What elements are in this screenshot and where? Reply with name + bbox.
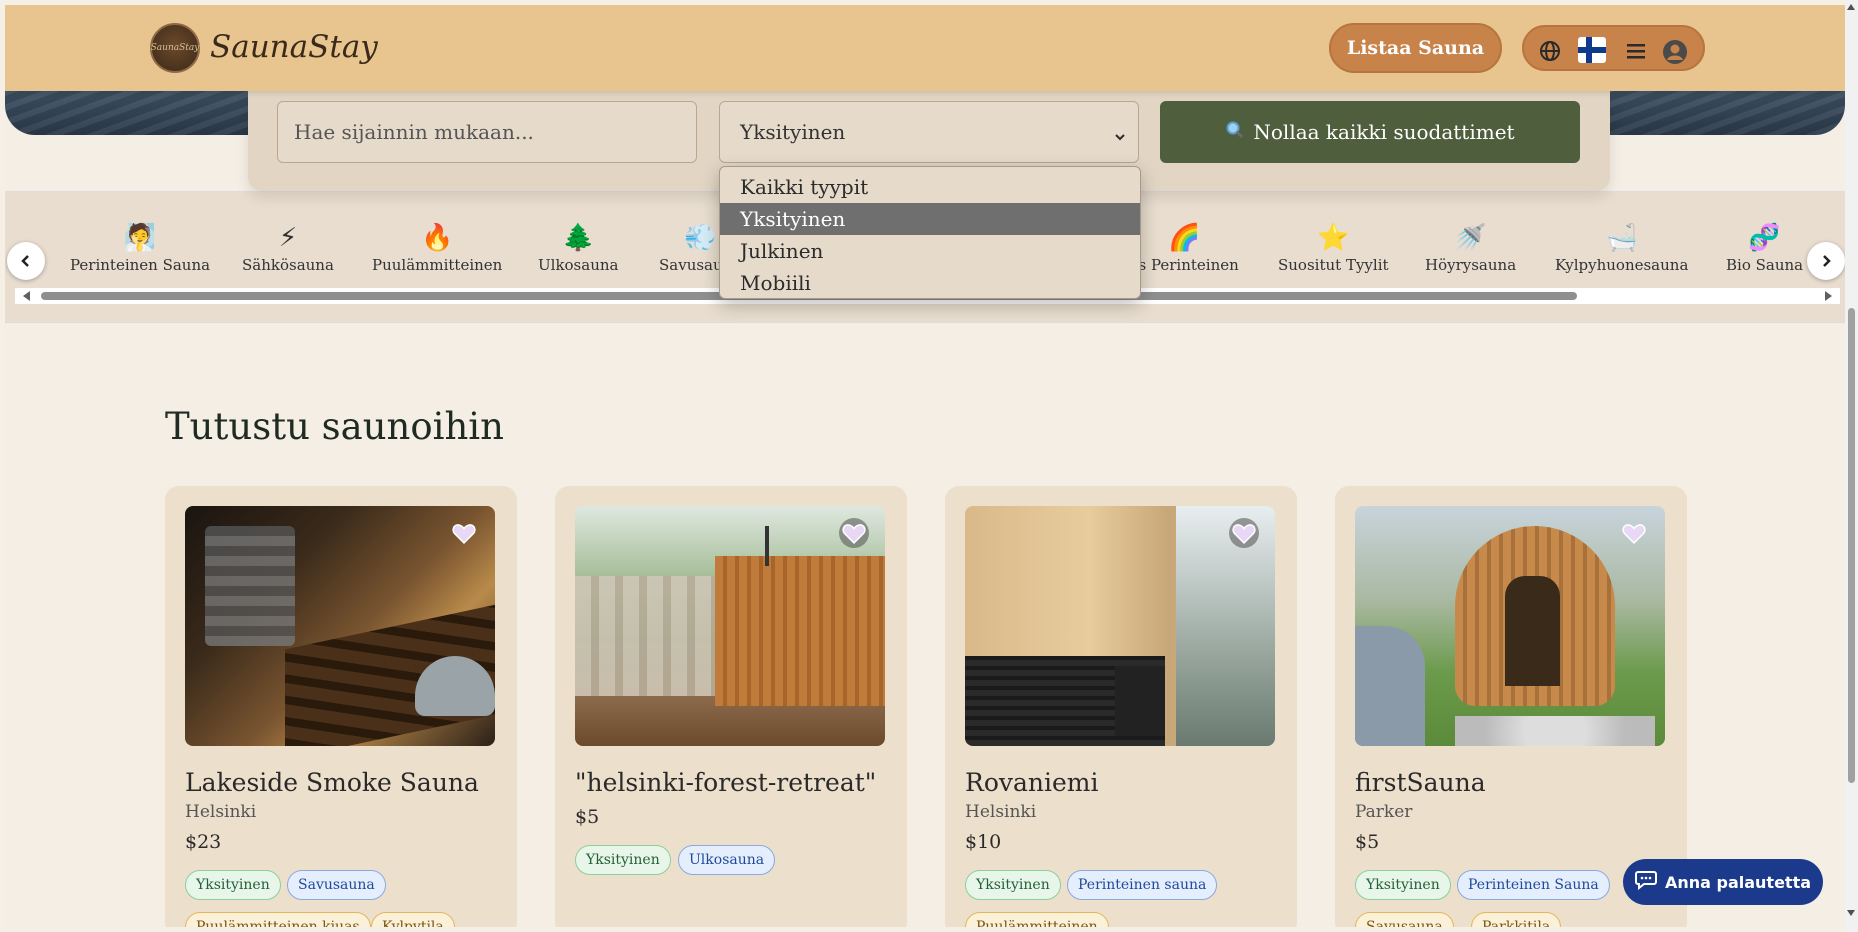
carousel-next-button[interactable] bbox=[1807, 242, 1845, 280]
top-navbar: SaunaStay SaunaStay Listaa Sauna bbox=[5, 5, 1845, 91]
sauna-photo[interactable] bbox=[965, 506, 1275, 746]
sauna-location: Parker bbox=[1355, 802, 1413, 822]
section-title: Tutustu saunoihin bbox=[165, 405, 504, 448]
feedback-label: Anna palautetta bbox=[1664, 872, 1812, 892]
category-item[interactable]: 🛁 Kylpyhuonesauna bbox=[1555, 222, 1688, 274]
category-label: Kylpyhuonesauna bbox=[1555, 256, 1689, 274]
sauna-price: $23 bbox=[185, 831, 222, 853]
category-icon: ⚡ bbox=[278, 223, 298, 253]
favorite-heart-icon[interactable] bbox=[1229, 518, 1259, 548]
reset-filters-button[interactable]: Nollaa kaikki suodattimet bbox=[1160, 101, 1580, 163]
carousel-prev-button[interactable] bbox=[7, 242, 45, 280]
category-icon: 🧖 bbox=[123, 223, 157, 253]
menu-icon[interactable] bbox=[1624, 39, 1648, 63]
category-icon: 🛁 bbox=[1605, 223, 1638, 253]
sauna-location: Helsinki bbox=[185, 802, 257, 822]
sauna-title[interactable]: Lakeside Smoke Sauna bbox=[185, 768, 479, 797]
tag-type: Savusauna bbox=[287, 870, 386, 900]
tag-feature: Puulämmitteinen bbox=[965, 912, 1109, 927]
category-item[interactable]: 🚿 Höyrysauna bbox=[1425, 222, 1516, 274]
category-label: Puulämmitteinen bbox=[372, 256, 503, 274]
category-icon: 🌈 bbox=[1168, 223, 1201, 253]
type-select-value: Yksityinen bbox=[740, 120, 846, 144]
search-icon bbox=[1225, 120, 1245, 145]
brand-name[interactable]: SaunaStay bbox=[210, 29, 378, 65]
logo-text: SaunaStay bbox=[150, 43, 200, 53]
sauna-card[interactable]: "helsinki-forest-retreat" $5 Yksityinen … bbox=[555, 486, 907, 927]
finland-flag-icon[interactable] bbox=[1578, 37, 1606, 63]
sauna-title[interactable]: firstSauna bbox=[1355, 768, 1486, 797]
scroll-up-arrow[interactable] bbox=[1847, 4, 1855, 10]
tag-feature: Savusauna bbox=[1355, 912, 1454, 927]
category-item[interactable]: 🔥 Puulämmitteinen bbox=[372, 222, 502, 274]
category-item[interactable]: ⚡ Sähkösauna bbox=[242, 222, 334, 274]
sauna-photo[interactable] bbox=[575, 506, 885, 746]
sauna-photo[interactable] bbox=[185, 506, 495, 746]
sauna-location: Helsinki bbox=[965, 802, 1037, 822]
category-icon: 🚿 bbox=[1454, 223, 1487, 253]
category-item[interactable]: 🧬 Bio Sauna bbox=[1726, 222, 1803, 274]
location-search-input[interactable]: Hae sijainnin mukaan... bbox=[277, 101, 697, 163]
category-label: Sähkösauna bbox=[242, 256, 334, 274]
category-label: Perinteinen Sauna bbox=[70, 256, 211, 274]
tag-private: Yksityinen bbox=[1355, 870, 1451, 900]
category-icon: 🌲 bbox=[562, 223, 595, 253]
option-public[interactable]: Julkinen bbox=[720, 235, 1140, 267]
sauna-title[interactable]: "helsinki-forest-retreat" bbox=[575, 768, 876, 797]
category-label: Ulkosauna bbox=[538, 256, 619, 274]
page-scrollbar[interactable] bbox=[1845, 0, 1858, 932]
option-all-types[interactable]: Kaikki tyypit bbox=[720, 171, 1140, 203]
category-label: Bio Sauna bbox=[1726, 256, 1804, 274]
tag-private: Yksityinen bbox=[965, 870, 1061, 900]
sauna-card[interactable]: Rovaniemi Helsinki $10 Yksityinen Perint… bbox=[945, 486, 1297, 927]
scroll-left-arrow[interactable] bbox=[23, 291, 30, 301]
category-label: Höyrysauna bbox=[1425, 256, 1517, 274]
chat-icon bbox=[1634, 870, 1657, 894]
sauna-price: $5 bbox=[1355, 831, 1380, 853]
category-icon: 🔥 bbox=[420, 223, 454, 253]
category-icon: ⭐ bbox=[1317, 223, 1350, 253]
list-sauna-button[interactable]: Listaa Sauna bbox=[1329, 23, 1502, 73]
category-item[interactable]: ⭐ Suositut Tyylit bbox=[1278, 222, 1389, 274]
scroll-right-arrow[interactable] bbox=[1825, 291, 1832, 301]
favorite-heart-icon[interactable] bbox=[839, 518, 869, 548]
logo[interactable]: SaunaStay bbox=[150, 23, 200, 73]
tag-feature: Kylpytila bbox=[371, 912, 455, 927]
category-icon: 🧬 bbox=[1748, 223, 1781, 253]
user-icon[interactable] bbox=[1662, 39, 1687, 64]
category-label: Suositut Tyylit bbox=[1278, 256, 1389, 274]
tag-type: Perinteinen Sauna bbox=[1457, 870, 1610, 900]
page: SaunaStay SaunaStay Listaa Sauna Hae sij… bbox=[5, 5, 1845, 927]
page-scrollbar-thumb[interactable] bbox=[1848, 308, 1855, 783]
type-select-options: Kaikki tyypit Yksityinen Julkinen Mobiil… bbox=[719, 166, 1141, 299]
tag-private: Yksityinen bbox=[575, 845, 671, 875]
tag-feature: Parkkitila bbox=[1471, 912, 1562, 927]
sauna-photo[interactable] bbox=[1355, 506, 1665, 746]
favorite-heart-icon[interactable] bbox=[1619, 518, 1649, 548]
tag-type: Perinteinen sauna bbox=[1067, 870, 1218, 900]
tag-type: Ulkosauna bbox=[678, 845, 776, 875]
category-item[interactable]: 🌲 Ulkosauna bbox=[538, 222, 618, 274]
option-mobile[interactable]: Mobiili bbox=[720, 267, 1140, 299]
feedback-button[interactable]: Anna palautetta bbox=[1623, 859, 1823, 905]
sauna-card[interactable]: Lakeside Smoke Sauna Helsinki $23 Yksity… bbox=[165, 486, 517, 927]
category-item[interactable]: 🧖 Perinteinen Sauna bbox=[70, 222, 210, 274]
sauna-price: $10 bbox=[965, 831, 1002, 853]
scroll-down-arrow[interactable] bbox=[1847, 910, 1855, 916]
type-select[interactable]: Yksityinen bbox=[719, 101, 1139, 163]
option-private[interactable]: Yksityinen bbox=[720, 203, 1140, 235]
chevron-down-icon bbox=[1114, 124, 1126, 141]
favorite-heart-icon[interactable] bbox=[449, 518, 479, 548]
user-menu-pill[interactable] bbox=[1522, 25, 1705, 71]
reset-filters-label: Nollaa kaikki suodattimet bbox=[1253, 120, 1515, 144]
tag-private: Yksityinen bbox=[185, 870, 281, 900]
sauna-price: $5 bbox=[575, 806, 600, 828]
category-label: vs Perinteinen bbox=[1130, 256, 1239, 274]
globe-icon[interactable] bbox=[1538, 39, 1562, 63]
sauna-title[interactable]: Rovaniemi bbox=[965, 768, 1099, 797]
category-item[interactable]: 🌈 vs Perinteinen bbox=[1130, 222, 1239, 274]
tag-feature: Puulämmitteinen kiuas bbox=[185, 912, 371, 927]
